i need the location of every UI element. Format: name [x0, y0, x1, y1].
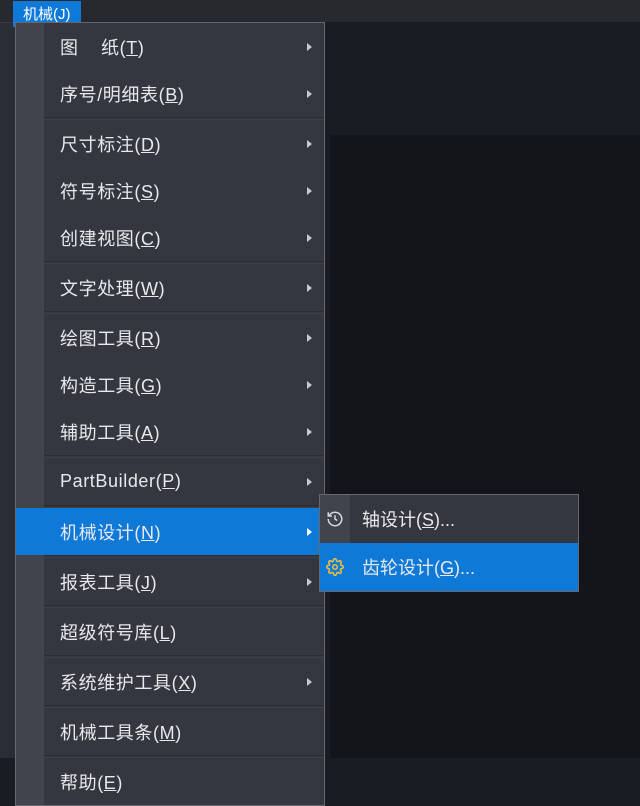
- submenu-arrow-icon: [307, 187, 312, 195]
- submenu-arrow-icon: [307, 90, 312, 98]
- history-icon: [325, 509, 345, 529]
- app-left-stub: [0, 22, 15, 758]
- menu-item-label: 机械设计(N): [16, 519, 161, 545]
- menu-item[interactable]: 序号/明细表(B): [16, 70, 324, 117]
- menubar-label-post: ): [66, 6, 71, 23]
- gear-icon: [325, 557, 345, 577]
- menu-item-label: 辅助工具(A): [16, 419, 160, 445]
- menu-item[interactable]: 机械工具条(M): [16, 708, 324, 755]
- submenu-arrow-icon: [307, 234, 312, 242]
- submenu-arrow-icon: [307, 43, 312, 51]
- menu-item[interactable]: 创建视图(C): [16, 214, 324, 261]
- submenu-item[interactable]: 轴设计(S)...: [320, 495, 578, 543]
- menu-item[interactable]: 报表工具(J): [16, 558, 324, 605]
- menu-item-label: 帮助(E): [16, 769, 123, 795]
- menu-item[interactable]: 机械设计(N): [16, 508, 324, 555]
- menu-item-label: 系统维护工具(X): [16, 669, 197, 695]
- menu-item-label: PartBuilder(P): [16, 471, 181, 492]
- menu-item-label: 文字处理(W): [16, 275, 165, 301]
- menu-item[interactable]: 图 纸(T): [16, 23, 324, 70]
- submenu-arrow-icon: [307, 284, 312, 292]
- menu-item[interactable]: 超级符号库(L): [16, 608, 324, 655]
- menu-item-label: 绘图工具(R): [16, 325, 161, 351]
- menu-item[interactable]: 绘图工具(R): [16, 314, 324, 361]
- canvas-dark-bg: [330, 135, 640, 758]
- menu-item-label: 超级符号库(L): [16, 619, 177, 645]
- submenu-arrow-icon: [307, 528, 312, 536]
- menu-item-label: 报表工具(J): [16, 569, 157, 595]
- menu-item-label: 机械工具条(M): [16, 719, 182, 745]
- submenu-arrow-icon: [307, 381, 312, 389]
- submenu-arrow-icon: [307, 334, 312, 342]
- menu-item[interactable]: 文字处理(W): [16, 264, 324, 311]
- menu-item-label: 尺寸标注(D): [16, 131, 161, 157]
- submenu-arrow-icon: [307, 678, 312, 686]
- main-dropdown-menu: 图 纸(T) 序号/明细表(B) 尺寸标注(D) 符号标注(S) 创建视图(C) 文字处理…: [15, 22, 325, 806]
- menu-item-label: 图 纸(T): [16, 34, 144, 60]
- menubar-label-key: J: [58, 6, 66, 23]
- submenu-arrow-icon: [307, 428, 312, 436]
- menu-item[interactable]: 帮助(E): [16, 758, 324, 805]
- submenu-arrow-icon: [307, 578, 312, 586]
- menu-item-label: 符号标注(S): [16, 178, 160, 204]
- menu-item[interactable]: 符号标注(S): [16, 167, 324, 214]
- submenu-arrow-icon: [307, 140, 312, 148]
- menu-item-label: 序号/明细表(B): [16, 81, 184, 107]
- titlebar-strip: [0, 0, 640, 22]
- menu-item[interactable]: 辅助工具(A): [16, 408, 324, 455]
- menubar-label-pre: 机械(: [23, 6, 58, 23]
- menu-item[interactable]: 系统维护工具(X): [16, 658, 324, 705]
- mechanical-design-submenu: 轴设计(S)...齿轮设计(G)...: [319, 494, 579, 592]
- menu-item[interactable]: 构造工具(G): [16, 361, 324, 408]
- menu-item[interactable]: 尺寸标注(D): [16, 120, 324, 167]
- menu-item[interactable]: PartBuilder(P): [16, 458, 324, 505]
- submenu-arrow-icon: [307, 478, 312, 486]
- submenu-item[interactable]: 齿轮设计(G)...: [320, 543, 578, 591]
- menu-item-label: 创建视图(C): [16, 225, 161, 251]
- menu-item-label: 构造工具(G): [16, 372, 162, 398]
